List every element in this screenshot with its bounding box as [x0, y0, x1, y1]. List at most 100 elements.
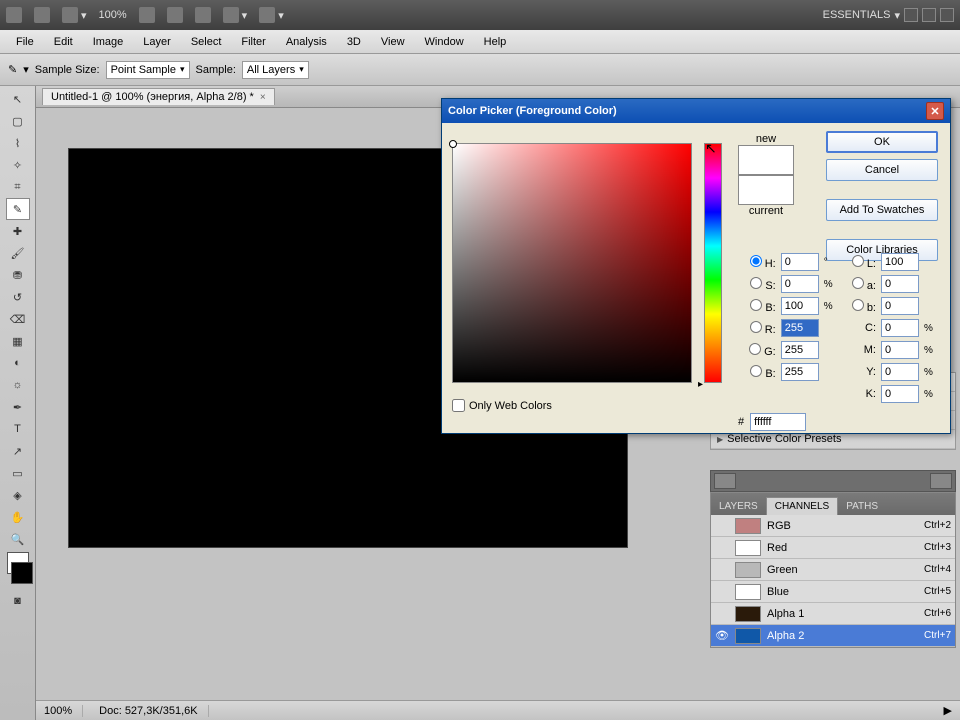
menu-filter[interactable]: Filter [231, 33, 275, 51]
dodge-tool[interactable]: ☼ [6, 374, 30, 396]
radio-l[interactable] [852, 255, 864, 267]
field-k[interactable] [881, 385, 919, 403]
hand-tool[interactable]: ✋ [6, 506, 30, 528]
screen-icon[interactable] [259, 7, 275, 23]
field-c[interactable] [881, 319, 919, 337]
tab-layers[interactable]: LAYERS [711, 498, 766, 515]
quickmask-toggle[interactable]: ◙ [6, 590, 30, 612]
current-color-swatch[interactable] [738, 175, 794, 205]
radio-bb[interactable] [750, 365, 762, 377]
dialog-close-button[interactable]: ✕ [926, 102, 944, 120]
radio-b[interactable] [852, 299, 864, 311]
zoom-icon[interactable] [167, 7, 183, 23]
arrange-icon[interactable] [223, 7, 239, 23]
menu-analysis[interactable]: Analysis [276, 33, 337, 51]
zoom-level[interactable]: 100% [99, 9, 127, 21]
radio-bv[interactable] [750, 299, 762, 311]
channel-row[interactable]: 👁 Alpha 2 Ctrl+7 [711, 625, 955, 647]
channel-row[interactable]: RGB Ctrl+2 [711, 515, 955, 537]
screen-mode-icon[interactable] [62, 7, 78, 23]
sample-select[interactable]: All Layers [242, 61, 309, 79]
history-brush-tool[interactable]: ↺ [6, 286, 30, 308]
field-s[interactable] [781, 275, 819, 293]
web-colors-checkbox[interactable]: Only Web Colors [452, 399, 552, 412]
radio-a[interactable] [852, 277, 864, 289]
crop-tool[interactable]: ⌗ [6, 176, 30, 198]
maximize-button[interactable] [922, 8, 936, 22]
menu-window[interactable]: Window [415, 33, 474, 51]
field-m[interactable] [881, 341, 919, 359]
zoom-tool[interactable]: 🔍 [6, 528, 30, 550]
menu-select[interactable]: Select [181, 33, 232, 51]
wand-tool[interactable]: ✧ [6, 154, 30, 176]
tab-channels[interactable]: CHANNELS [766, 497, 838, 515]
radio-h[interactable] [750, 255, 762, 267]
channel-row[interactable]: Alpha 1 Ctrl+6 [711, 603, 955, 625]
field-a[interactable] [881, 275, 919, 293]
field-bb[interactable] [781, 363, 819, 381]
sample-size-select[interactable]: Point Sample [106, 61, 190, 79]
type-tool[interactable]: T [6, 418, 30, 440]
field-y[interactable] [881, 363, 919, 381]
menu-view[interactable]: View [371, 33, 415, 51]
menu-file[interactable]: File [6, 33, 44, 51]
menu-edit[interactable]: Edit [44, 33, 83, 51]
move-tool[interactable]: ↖ [6, 88, 30, 110]
add-swatches-button[interactable]: Add To Swatches [826, 199, 938, 221]
field-hex[interactable] [750, 413, 806, 431]
mask-icon[interactable] [714, 473, 736, 489]
heal-tool[interactable]: ✚ [6, 220, 30, 242]
mask-view-icon[interactable] [930, 473, 952, 489]
field-bv[interactable] [781, 297, 819, 315]
rotate-icon[interactable] [195, 7, 211, 23]
path-tool[interactable]: ↗ [6, 440, 30, 462]
3d-tool[interactable]: ◈ [6, 484, 30, 506]
workspace-switcher[interactable]: ESSENTIALS [823, 9, 891, 21]
status-arrow-icon[interactable]: ▶ [944, 704, 952, 717]
saturation-value-field[interactable] [452, 143, 692, 383]
bridge-icon[interactable] [34, 7, 50, 23]
field-g[interactable] [781, 341, 819, 359]
blur-tool[interactable]: ◐ [6, 352, 30, 374]
sv-picker-icon[interactable] [449, 140, 457, 148]
menu-3d[interactable]: 3D [337, 33, 371, 51]
status-zoom[interactable]: 100% [44, 705, 83, 717]
menu-layer[interactable]: Layer [133, 33, 181, 51]
field-r[interactable] [781, 319, 819, 337]
field-b[interactable] [881, 297, 919, 315]
tab-paths[interactable]: PATHS [838, 498, 886, 515]
close-button[interactable] [940, 8, 954, 22]
hand-icon[interactable] [139, 7, 155, 23]
channel-row[interactable]: Blue Ctrl+5 [711, 581, 955, 603]
channel-row[interactable]: Red Ctrl+3 [711, 537, 955, 559]
hue-slider[interactable] [704, 143, 722, 383]
menu-help[interactable]: Help [474, 33, 517, 51]
shape-tool[interactable]: ▭ [6, 462, 30, 484]
radio-g[interactable] [749, 343, 761, 355]
dialog-title: Color Picker (Foreground Color) [448, 105, 617, 117]
gradient-tool[interactable]: ▦ [6, 330, 30, 352]
eraser-tool[interactable]: ⌫ [6, 308, 30, 330]
minimize-button[interactable] [904, 8, 918, 22]
stamp-tool[interactable]: ⛃ [6, 264, 30, 286]
lasso-tool[interactable]: ⌇ [6, 132, 30, 154]
channel-row[interactable]: Green Ctrl+4 [711, 559, 955, 581]
document-tab-label: Untitled-1 @ 100% (энергия, Alpha 2/8) * [51, 91, 254, 103]
background-swatch[interactable] [11, 562, 33, 584]
menu-image[interactable]: Image [83, 33, 134, 51]
cancel-button[interactable]: Cancel [826, 159, 938, 181]
document-tab[interactable]: Untitled-1 @ 100% (энергия, Alpha 2/8) *… [42, 88, 275, 105]
marquee-tool[interactable]: ▢ [6, 110, 30, 132]
radio-s[interactable] [750, 277, 762, 289]
pen-tool[interactable]: ✒ [6, 396, 30, 418]
field-h[interactable] [781, 253, 819, 271]
radio-r[interactable] [750, 321, 762, 333]
visibility-icon[interactable]: 👁 [715, 629, 729, 642]
field-l[interactable] [881, 253, 919, 271]
ok-button[interactable]: OK [826, 131, 938, 153]
brush-tool[interactable]: 🖌 [6, 242, 30, 264]
eyedropper-tool[interactable]: ✎ [6, 198, 30, 220]
status-bar: 100% Doc: 527,3K/351,6K ▶ [36, 700, 960, 720]
channel-thumb [735, 628, 761, 644]
tab-close-icon[interactable]: × [260, 92, 266, 103]
